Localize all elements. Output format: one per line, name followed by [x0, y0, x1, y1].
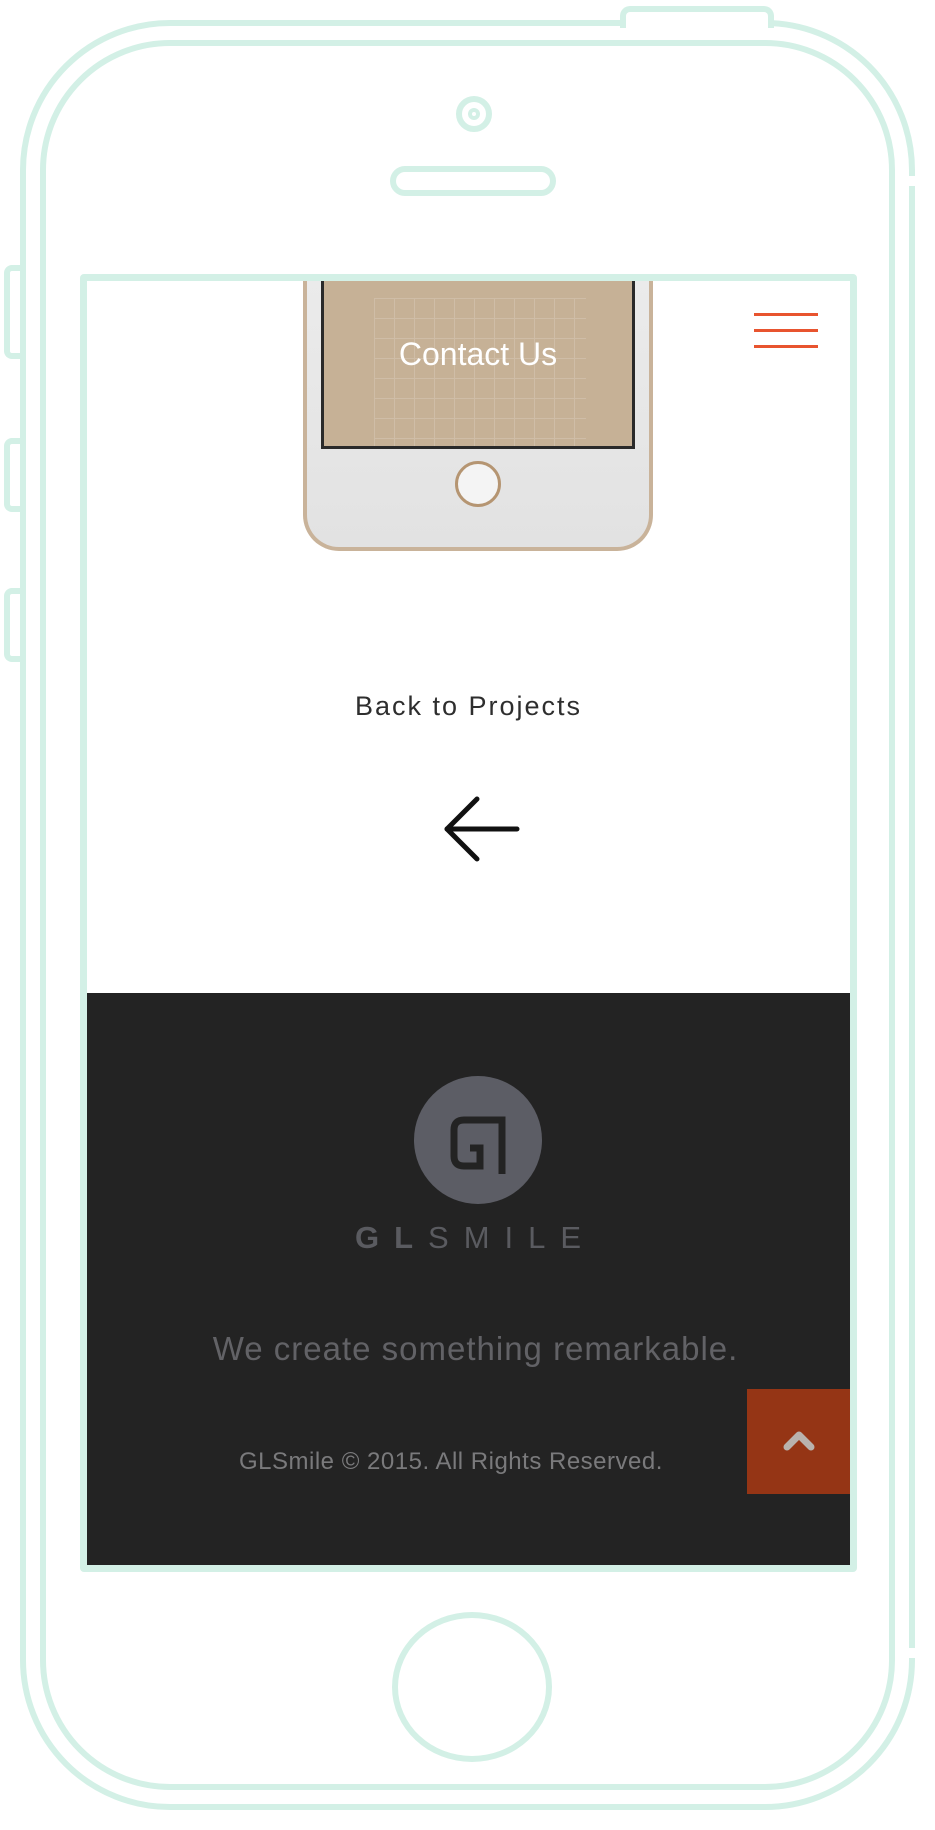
footer-tagline: We create something remarkable. — [212, 1330, 739, 1367]
menu-bar — [754, 329, 818, 332]
mockup-screen: Contact Us — [321, 281, 635, 449]
home-button — [392, 1612, 552, 1762]
speaker-grille — [390, 166, 556, 196]
chevron-up-icon — [783, 1431, 815, 1451]
brand-wordmark: GLSMILE — [87, 1220, 850, 1256]
menu-bar — [754, 345, 818, 348]
camera-icon — [456, 96, 492, 132]
frame-notch — [901, 176, 917, 186]
mockup-pattern — [374, 298, 586, 446]
hamburger-icon[interactable] — [754, 309, 818, 353]
brand-light: SMILE — [428, 1220, 597, 1255]
mockup-home-button — [455, 461, 501, 507]
mockup-title: Contact Us — [398, 336, 558, 372]
back-to-projects-link[interactable]: Back to Projects — [87, 691, 850, 722]
gl-monogram-logo — [414, 1076, 542, 1204]
copyright-text: GLSmile © 2015. All Rights Reserved. — [239, 1448, 663, 1475]
logo-glyph — [450, 1116, 506, 1174]
volume-down-button — [4, 588, 20, 662]
arrow-left-icon[interactable] — [437, 789, 527, 869]
back-to-top-button[interactable] — [747, 1389, 850, 1494]
phone-screen: Contact Us Back to Projects GLSMILE We c… — [80, 274, 857, 1572]
frame-notch — [901, 1648, 917, 1658]
power-button — [620, 6, 774, 28]
project-mockup-phone: Contact Us — [303, 281, 653, 551]
brand-bold: GL — [354, 1220, 429, 1255]
mute-switch — [4, 265, 20, 359]
site-footer: GLSMILE We create something remarkable. … — [87, 993, 850, 1565]
menu-bar — [754, 313, 818, 316]
volume-up-button — [4, 438, 20, 512]
